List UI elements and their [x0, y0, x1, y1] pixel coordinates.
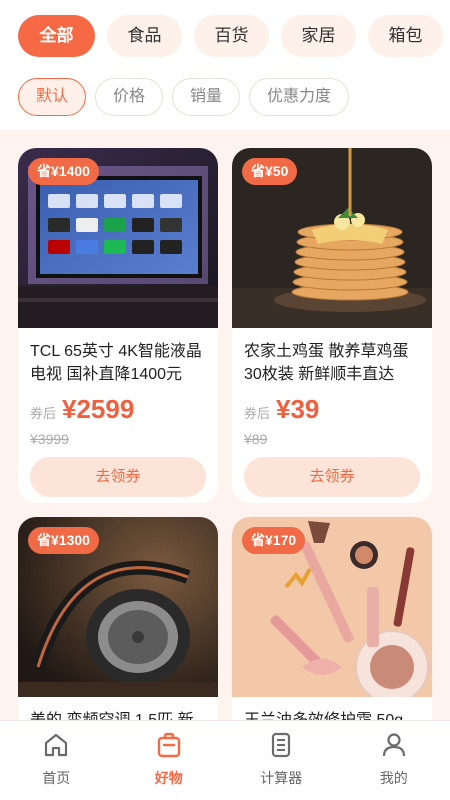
get-coupon-button[interactable]: 去领券	[244, 457, 420, 497]
category-chip-bags[interactable]: 箱包	[368, 15, 443, 57]
tab-label: 首页	[42, 770, 71, 786]
sort-bar: 默认 价格 销量 优惠力度	[18, 78, 350, 116]
tab-goods[interactable]: 好物	[113, 721, 226, 800]
price-line: 券后 ¥2599	[30, 394, 206, 425]
get-coupon-button[interactable]: 去领券	[30, 457, 206, 497]
user-icon	[382, 733, 405, 757]
product-feed[interactable]: 省¥1400 TCL 65英寸 4K智能液晶电视 国补直降1400元 券后 ¥2…	[0, 130, 450, 720]
sort-discount[interactable]: 优惠力度	[249, 78, 350, 116]
calculator-icon	[272, 732, 291, 758]
product-card[interactable]: 省¥50 农家土鸡蛋 散养草鸡蛋30枚装 新鲜顺丰直达 券后 ¥39 ¥89 去…	[232, 148, 432, 503]
savings-badge: 省¥1400	[28, 158, 99, 185]
product-image-tv[interactable]: 省¥1400	[18, 148, 218, 328]
category-chip-home[interactable]: 家居	[281, 15, 356, 57]
tab-profile[interactable]: 我的	[338, 721, 450, 800]
coupon-label: 券后	[30, 406, 57, 421]
product-title[interactable]: 玉兰油多效修护霜 50g	[244, 709, 420, 720]
coupon-label: 券后	[244, 406, 271, 421]
bottom-tab-bar: 首页 好物 计算器 我的	[0, 720, 450, 800]
product-image-cosmetics[interactable]: 省¥170	[232, 517, 432, 697]
price-line: 券后 ¥39	[244, 394, 420, 425]
tab-home[interactable]: 首页	[0, 721, 113, 800]
product-title[interactable]: 美的 变频空调 1.5匹 新	[30, 709, 206, 720]
savings-badge: 省¥170	[242, 527, 306, 554]
product-card[interactable]: 省¥1400 TCL 65英寸 4K智能液晶电视 国补直降1400元 券后 ¥2…	[18, 148, 218, 503]
tab-label: 我的	[379, 770, 408, 786]
tab-label: 好物	[154, 770, 183, 786]
category-chip-general[interactable]: 百货	[194, 15, 269, 57]
bag-icon	[157, 732, 180, 758]
product-title[interactable]: 农家土鸡蛋 散养草鸡蛋30枚装 新鲜顺丰直达	[244, 340, 420, 386]
original-price: ¥3999	[30, 431, 69, 447]
category-chip-food[interactable]: 食品	[107, 15, 182, 57]
original-price: ¥89	[244, 431, 268, 447]
product-image-headphones[interactable]: 省¥1300	[18, 517, 218, 697]
sort-default[interactable]: 默认	[18, 78, 87, 116]
home-icon	[45, 733, 68, 757]
savings-badge: 省¥1300	[28, 527, 99, 554]
savings-badge: 省¥50	[242, 158, 298, 185]
coupon-price: ¥2599	[62, 394, 135, 424]
sort-sales[interactable]: 销量	[172, 78, 241, 116]
tab-label: 计算器	[260, 770, 303, 786]
coupon-price: ¥39	[276, 394, 320, 424]
product-title[interactable]: TCL 65英寸 4K智能液晶电视 国补直降1400元	[30, 340, 206, 386]
product-image-eggs[interactable]: 省¥50	[232, 148, 432, 328]
tab-calculator[interactable]: 计算器	[225, 721, 338, 800]
category-chip-all[interactable]: 全部	[18, 15, 95, 57]
product-card[interactable]: 省¥1300 美的 变频空调 1.5匹 新	[18, 517, 218, 720]
product-card[interactable]: 省¥170 玉兰油多效修护霜 50g	[232, 517, 432, 720]
category-bar: 全部 食品 百货 家居 箱包	[18, 15, 450, 59]
sort-price[interactable]: 价格	[95, 78, 164, 116]
